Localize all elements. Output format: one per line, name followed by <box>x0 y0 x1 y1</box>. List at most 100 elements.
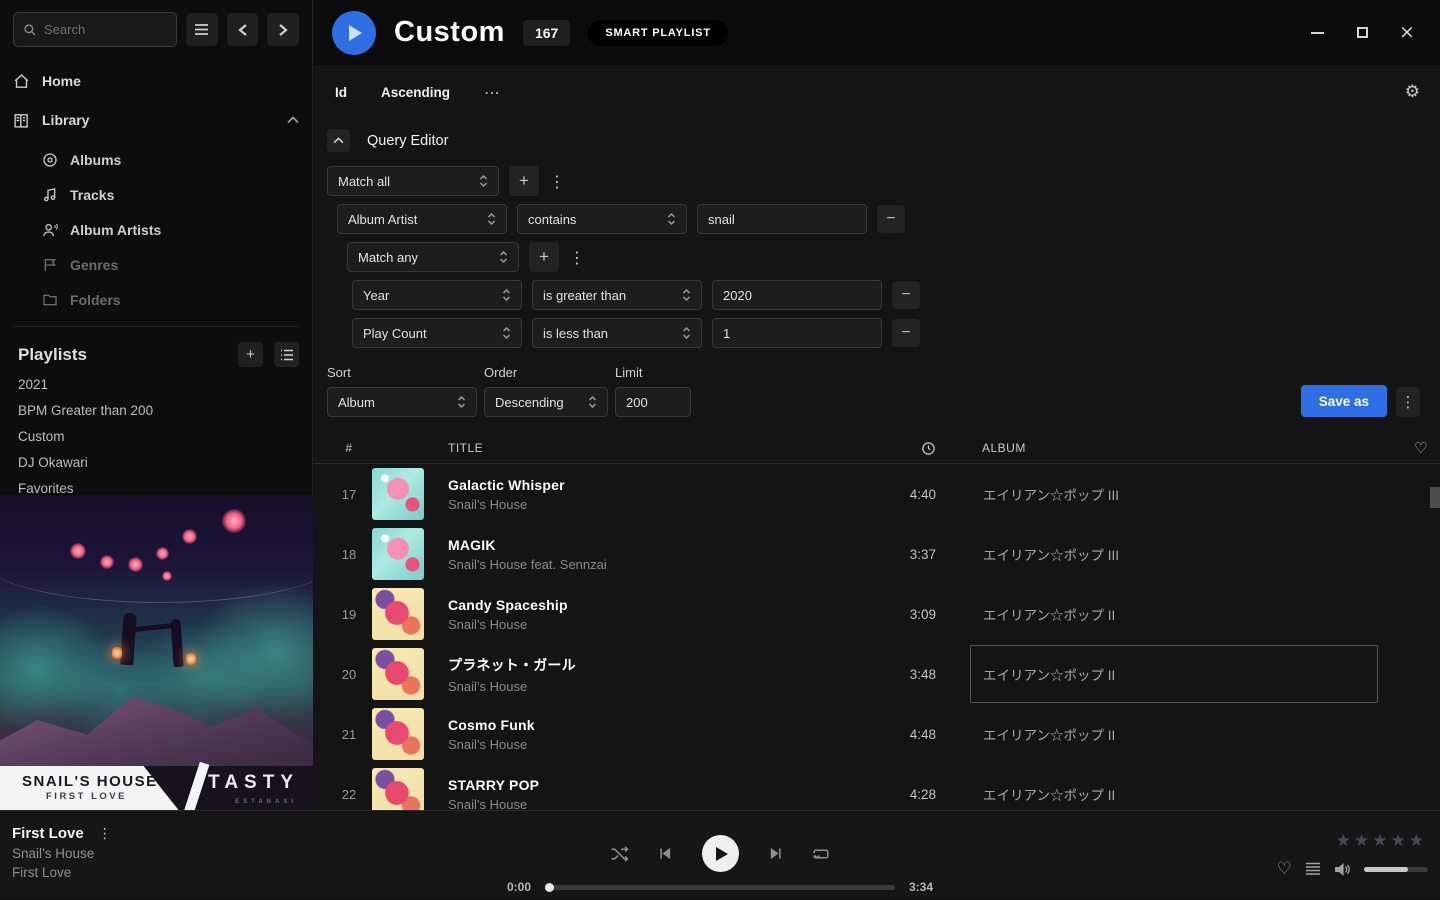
next-button[interactable] <box>768 846 783 861</box>
close-button[interactable]: × <box>1398 24 1416 42</box>
save-as-button[interactable]: Save as <box>1301 385 1387 417</box>
track-artist[interactable]: Snail’s House <box>448 497 866 512</box>
more-options-button[interactable]: ⋯ <box>484 83 501 102</box>
remove-rule-button[interactable]: − <box>892 319 920 347</box>
favorite-column-header[interactable]: ♡ <box>1414 439 1428 457</box>
group-options-button[interactable]: ⋮ <box>569 248 585 267</box>
track-album[interactable]: エイリアン☆ポップ II <box>970 645 1378 703</box>
track-title[interactable]: プラネット・ガール <box>448 655 866 675</box>
sidebar-item-tracks[interactable]: Tracks <box>42 184 299 206</box>
sort-field-button[interactable]: Id <box>335 85 347 100</box>
rule-field-select[interactable]: Play Count <box>352 318 522 348</box>
maximize-button[interactable] <box>1353 24 1371 42</box>
playlist-list-button[interactable] <box>274 342 299 367</box>
remove-rule-button[interactable]: − <box>877 205 905 233</box>
search-box[interactable] <box>13 12 177 47</box>
save-options-button[interactable]: ⋮ <box>1396 387 1420 417</box>
column-album[interactable]: ALBUM <box>970 441 1378 455</box>
track-row[interactable]: 20 プラネット・ガール Snail’s House 3:48 エイリアン☆ポッ… <box>314 644 1440 704</box>
column-index[interactable]: # <box>326 441 372 455</box>
volume-button[interactable] <box>1334 862 1351 877</box>
now-playing-cover-art[interactable]: SNAIL'S HOUSE FIRST LOVE TASTY ESTANAXI <box>0 495 313 810</box>
previous-button[interactable] <box>658 846 673 861</box>
settings-button[interactable]: ⚙ <box>1405 82 1420 102</box>
playlist-item[interactable]: BPM Greater than 200 <box>18 403 299 418</box>
sidebar-item-genres[interactable]: Genres <box>42 254 299 276</box>
track-album[interactable]: エイリアン☆ポップ II <box>970 765 1378 816</box>
sidebar-item-home[interactable]: Home <box>13 69 299 93</box>
playlist-item[interactable]: Custom <box>18 429 299 444</box>
track-title[interactable]: STARRY POP <box>448 777 866 793</box>
track-row[interactable]: 18 MAGIK Snail’s House feat. Sennzai 3:3… <box>314 524 1440 584</box>
track-title[interactable]: MAGIK <box>448 537 866 553</box>
sidebar-item-folders[interactable]: Folders <box>42 289 299 311</box>
star-icon[interactable]: ★ <box>1354 831 1369 851</box>
duration-column-header[interactable] <box>921 441 936 456</box>
track-row[interactable]: 22 STARRY POP Snail’s House 4:28 エイリアン☆ポ… <box>314 764 1440 816</box>
track-album[interactable]: エイリアン☆ポップ III <box>970 465 1378 523</box>
remove-rule-button[interactable]: − <box>892 281 920 309</box>
rule-field-select[interactable]: Year <box>352 280 522 310</box>
nav-back-button[interactable] <box>227 13 259 46</box>
chevron-up-icon[interactable] <box>287 116 299 124</box>
shuffle-button[interactable] <box>610 846 629 862</box>
star-icon[interactable]: ★ <box>1372 831 1387 851</box>
track-row[interactable]: 21 Cosmo Funk Snail’s House 4:48 エイリアン☆ポ… <box>314 704 1440 764</box>
sidebar-item-albums[interactable]: Albums <box>42 149 299 171</box>
search-input[interactable] <box>44 22 154 37</box>
seek-bar[interactable] <box>545 885 895 890</box>
track-album[interactable]: エイリアン☆ポップ III <box>970 525 1378 583</box>
playlist-item[interactable]: DJ Okawari <box>18 455 299 470</box>
rule-operator-select[interactable]: is greater than <box>532 280 702 310</box>
add-playlist-button[interactable]: + <box>238 342 263 367</box>
playlist-item[interactable]: 2021 <box>18 377 299 392</box>
play-playlist-button[interactable] <box>332 11 376 55</box>
track-row[interactable]: 19 Candy Spaceship Snail’s House 3:09 エイ… <box>314 584 1440 644</box>
now-playing-options-button[interactable]: ⋮ <box>98 826 112 842</box>
star-icon[interactable]: ★ <box>1409 831 1424 851</box>
volume-slider[interactable] <box>1364 867 1428 872</box>
query-sort-select[interactable]: Album <box>327 387 477 417</box>
rule-field-select[interactable]: Album Artist <box>337 204 507 234</box>
sidebar-item-library[interactable]: Library <box>13 108 299 132</box>
limit-input[interactable] <box>615 387 691 417</box>
track-artist[interactable]: Snail’s House <box>448 737 866 752</box>
match-type-select[interactable]: Match all <box>327 166 499 196</box>
play-pause-button[interactable] <box>702 835 739 872</box>
column-title[interactable]: TITLE <box>438 441 866 455</box>
star-icon[interactable]: ★ <box>1391 831 1406 851</box>
rule-value-input[interactable] <box>712 318 882 348</box>
match-type-select[interactable]: Match any <box>347 242 519 272</box>
now-playing-title[interactable]: First Love <box>12 825 84 842</box>
seek-handle[interactable] <box>545 883 554 892</box>
add-rule-button[interactable]: + <box>529 242 559 272</box>
favorite-button[interactable]: ♡ <box>1277 859 1292 879</box>
scrollbar-thumb[interactable] <box>1430 487 1440 508</box>
rule-value-input[interactable] <box>697 204 867 234</box>
track-album[interactable]: エイリアン☆ポップ II <box>970 585 1378 643</box>
track-artist[interactable]: Snail’s House <box>448 679 866 694</box>
rule-operator-select[interactable]: contains <box>517 204 687 234</box>
rule-value-input[interactable] <box>712 280 882 310</box>
now-playing-album[interactable]: First Love <box>12 865 112 880</box>
queue-button[interactable] <box>1305 862 1321 876</box>
track-artist[interactable]: Snail’s House feat. Sennzai <box>448 557 866 572</box>
track-title[interactable]: Candy Spaceship <box>448 597 866 613</box>
star-icon[interactable]: ★ <box>1336 831 1351 851</box>
playlist-item[interactable]: Favorites <box>18 481 299 496</box>
track-title[interactable]: Galactic Whisper <box>448 477 866 493</box>
group-options-button[interactable]: ⋮ <box>549 172 565 191</box>
query-order-select[interactable]: Descending <box>484 387 608 417</box>
sort-direction-button[interactable]: Ascending <box>381 85 450 100</box>
now-playing-artist[interactable]: Snail’s House <box>12 846 112 861</box>
track-artist[interactable]: Snail’s House <box>448 617 866 632</box>
sidebar-item-album-artists[interactable]: Album Artists <box>42 219 299 241</box>
minimize-button[interactable] <box>1308 24 1326 42</box>
menu-button[interactable] <box>186 13 218 46</box>
repeat-button[interactable] <box>812 846 830 862</box>
rule-operator-select[interactable]: is less than <box>532 318 702 348</box>
collapse-query-editor-button[interactable] <box>327 129 350 152</box>
track-row[interactable]: 17 Galactic Whisper Snail’s House 4:40 エ… <box>314 464 1440 524</box>
track-title[interactable]: Cosmo Funk <box>448 717 866 733</box>
nav-forward-button[interactable] <box>267 13 299 46</box>
